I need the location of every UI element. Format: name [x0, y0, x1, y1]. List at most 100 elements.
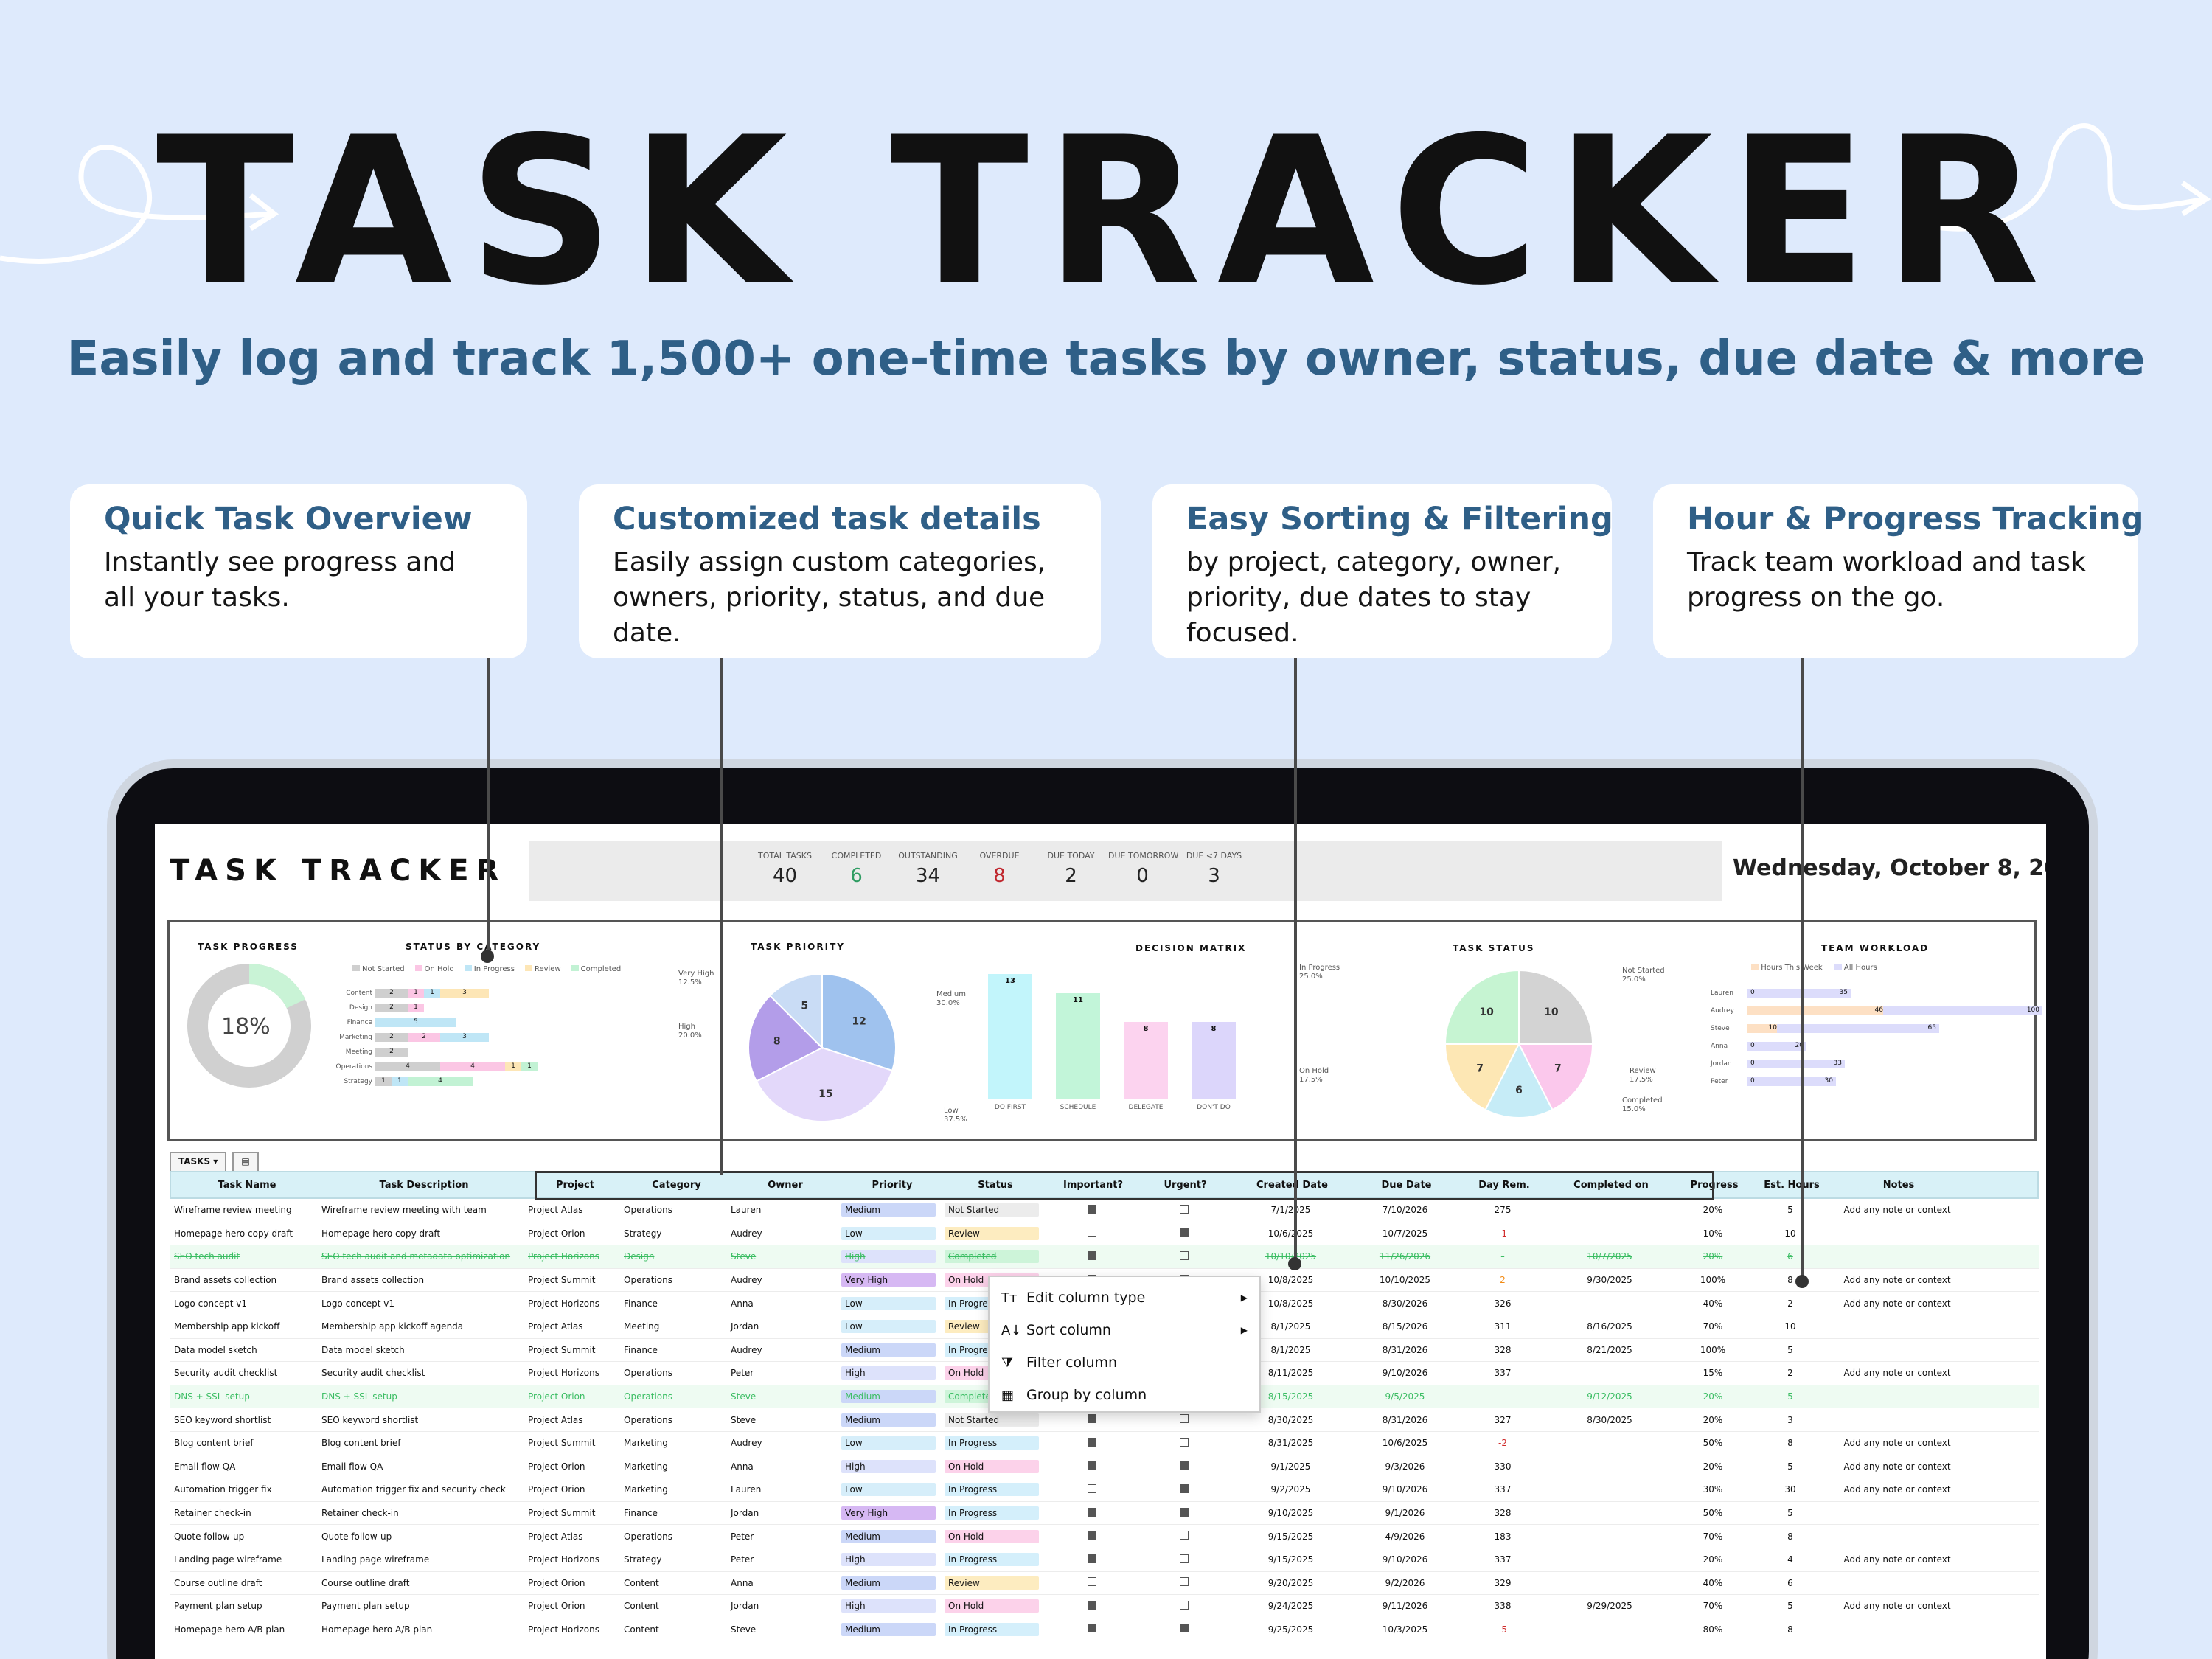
table-cell[interactable]: Medium [837, 1390, 940, 1404]
table-row[interactable]: Wireframe review meeting Wireframe review… [170, 1199, 2039, 1222]
table-cell[interactable]: In Progress [940, 1436, 1043, 1450]
table-cell[interactable] [1135, 1484, 1228, 1495]
table-cell[interactable] [1043, 1484, 1135, 1495]
table-row[interactable]: Landing page wireframe Landing page wiref… [170, 1548, 2039, 1572]
checkbox[interactable] [1179, 1554, 1189, 1563]
checkbox[interactable] [1087, 1600, 1096, 1610]
table-cell[interactable]: Review [940, 1226, 1043, 1240]
checkbox[interactable] [1087, 1624, 1096, 1633]
table-cell[interactable]: Low [837, 1436, 940, 1450]
table-cell[interactable] [1135, 1414, 1228, 1425]
table-cell[interactable] [1135, 1507, 1228, 1519]
checkbox[interactable] [1087, 1577, 1096, 1587]
checkbox[interactable] [1087, 1204, 1096, 1214]
menu-item[interactable]: A↓ Sort column ▶ [990, 1314, 1259, 1346]
table-cell[interactable]: Review [940, 1576, 1043, 1590]
table-cell[interactable]: Medium [837, 1343, 940, 1357]
table-cell[interactable] [1135, 1437, 1228, 1449]
table-row[interactable]: Payment plan setup Payment plan setup Proj… [170, 1595, 2039, 1618]
table-cell[interactable]: High [837, 1599, 940, 1613]
table-cell[interactable]: Medium [837, 1203, 940, 1217]
table-cell[interactable]: High [837, 1459, 940, 1473]
table-cell[interactable] [1043, 1204, 1135, 1216]
table-cell[interactable] [1043, 1577, 1135, 1588]
table-cell[interactable]: High [837, 1366, 940, 1380]
checkbox[interactable] [1179, 1414, 1189, 1424]
table-cell[interactable]: On Hold [940, 1599, 1043, 1613]
checkbox[interactable] [1087, 1507, 1096, 1517]
column-header[interactable]: Task Description [319, 1180, 525, 1191]
table-cell[interactable]: On Hold [940, 1459, 1043, 1473]
table-cell[interactable] [1043, 1228, 1135, 1239]
table-cell[interactable] [1043, 1437, 1135, 1449]
checkbox[interactable] [1179, 1437, 1189, 1447]
sheet-list-icon[interactable]: ▤ [232, 1152, 259, 1171]
checkbox[interactable] [1087, 1554, 1096, 1563]
table-cell[interactable]: Medium [837, 1576, 940, 1590]
table-cell[interactable] [1135, 1577, 1228, 1588]
checkbox[interactable] [1087, 1437, 1096, 1447]
table-cell[interactable]: On Hold [940, 1529, 1043, 1543]
menu-item[interactable]: ▦ Group by column [990, 1379, 1259, 1411]
table-row[interactable]: Course outline draft Course outline draft… [170, 1572, 2039, 1596]
table-cell[interactable] [1043, 1531, 1135, 1542]
column-header[interactable]: Est. Hours [1753, 1180, 1826, 1191]
column-header[interactable]: Task Name [171, 1180, 319, 1191]
table-cell[interactable] [1043, 1600, 1135, 1612]
checkbox[interactable] [1179, 1484, 1189, 1493]
checkbox[interactable] [1087, 1251, 1096, 1260]
checkbox[interactable] [1087, 1414, 1096, 1424]
checkbox[interactable] [1179, 1204, 1189, 1214]
checkbox[interactable] [1087, 1228, 1096, 1237]
table-cell[interactable] [1135, 1204, 1228, 1216]
table-cell[interactable]: In Progress [940, 1483, 1043, 1497]
table-cell[interactable] [1135, 1461, 1228, 1472]
table-cell[interactable]: In Progress [940, 1506, 1043, 1520]
table-cell[interactable] [1135, 1531, 1228, 1542]
checkbox[interactable] [1179, 1577, 1189, 1587]
checkbox[interactable] [1179, 1600, 1189, 1610]
table-row[interactable]: SEO tech audit SEO tech audit and metadat… [170, 1245, 2039, 1269]
checkbox[interactable] [1179, 1461, 1189, 1470]
table-row[interactable]: Quote follow-up Quote follow-up Project At… [170, 1525, 2039, 1548]
column-header[interactable]: Notes [1826, 1180, 1966, 1191]
table-cell[interactable] [1043, 1554, 1135, 1565]
table-cell[interactable]: High [837, 1553, 940, 1567]
table-cell[interactable]: Very High [837, 1506, 940, 1520]
table-cell[interactable]: In Progress [940, 1553, 1043, 1567]
table-cell[interactable] [1135, 1251, 1228, 1262]
table-cell[interactable] [1043, 1461, 1135, 1472]
table-cell[interactable] [1135, 1624, 1228, 1635]
menu-item[interactable]: Tт Edit column type ▶ [990, 1281, 1259, 1314]
checkbox[interactable] [1179, 1624, 1189, 1633]
table-cell[interactable] [1135, 1600, 1228, 1612]
checkbox[interactable] [1179, 1531, 1189, 1540]
checkbox[interactable] [1087, 1484, 1096, 1493]
table-cell[interactable]: In Progress [940, 1622, 1043, 1636]
table-cell[interactable] [1043, 1414, 1135, 1425]
table-cell[interactable]: Completed [940, 1250, 1043, 1264]
table-cell[interactable]: Medium [837, 1529, 940, 1543]
table-cell[interactable] [1135, 1228, 1228, 1239]
table-cell[interactable] [1043, 1507, 1135, 1519]
table-cell[interactable]: Low [837, 1320, 940, 1334]
table-row[interactable]: Retainer check-in Retainer check-in Projec… [170, 1502, 2039, 1526]
table-cell[interactable]: Low [837, 1226, 940, 1240]
table-cell[interactable] [1043, 1251, 1135, 1262]
checkbox[interactable] [1179, 1507, 1189, 1517]
table-cell[interactable]: Not Started [940, 1413, 1043, 1427]
checkbox[interactable] [1087, 1531, 1096, 1540]
tab-tasks[interactable]: TASKS ▾ [170, 1152, 227, 1171]
table-row[interactable]: Automation trigger fix Automation trigger… [170, 1478, 2039, 1502]
table-row[interactable]: Blog content brief Blog content brief Proj… [170, 1432, 2039, 1455]
menu-item[interactable]: ⧩ Filter column [990, 1346, 1259, 1379]
table-cell[interactable]: Not Started [940, 1203, 1043, 1217]
checkbox[interactable] [1179, 1228, 1189, 1237]
table-cell[interactable]: Very High [837, 1273, 940, 1287]
table-cell[interactable]: High [837, 1250, 940, 1264]
checkbox[interactable] [1087, 1461, 1096, 1470]
table-cell[interactable]: Medium [837, 1413, 940, 1427]
table-cell[interactable]: Medium [837, 1622, 940, 1636]
table-cell[interactable]: Low [837, 1296, 940, 1310]
table-row[interactable]: Email flow QA Email flow QA Project Orion M… [170, 1455, 2039, 1479]
